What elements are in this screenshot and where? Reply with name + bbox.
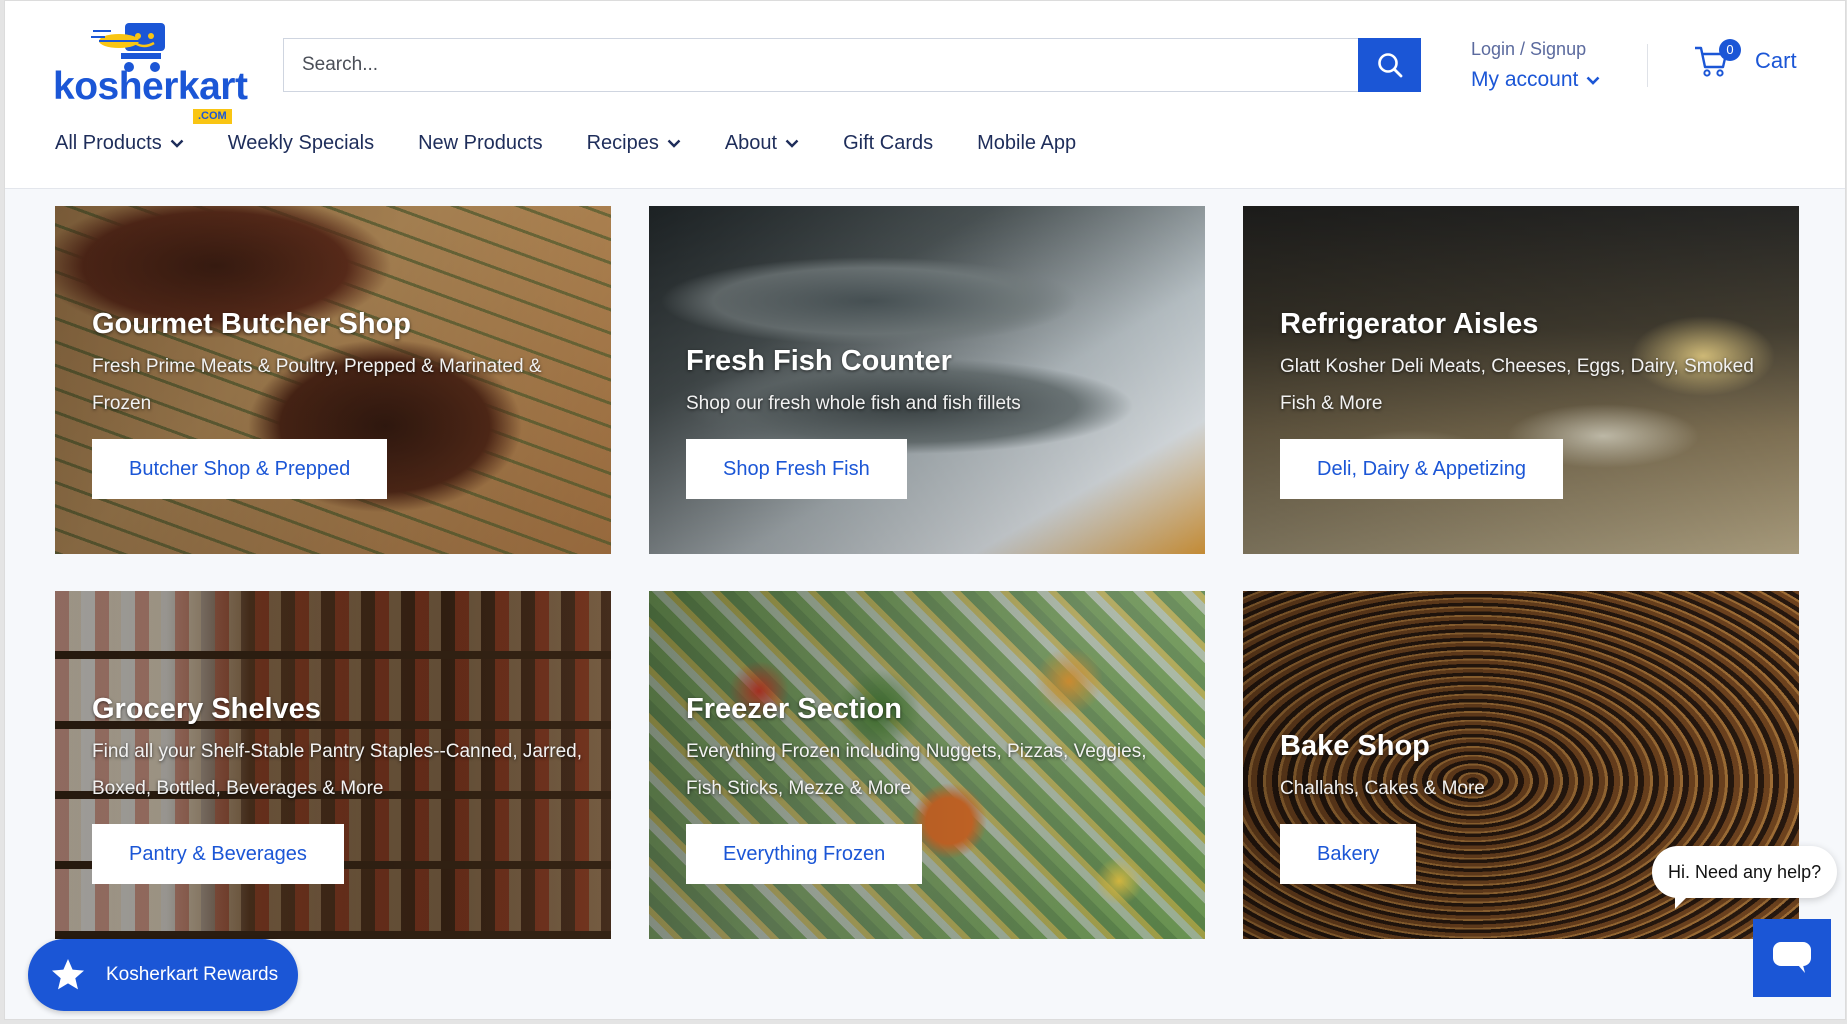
card-description: Find all your Shelf-Stable Pantry Staple… bbox=[92, 741, 583, 799]
nav-item-label: Gift Cards bbox=[843, 132, 934, 154]
chat-bubble-tail bbox=[1675, 895, 1689, 909]
cart-count-badge: 0 bbox=[1719, 39, 1741, 61]
card-title: Fresh Fish Counter bbox=[686, 345, 952, 377]
card-description: Fresh Prime Meats & Poultry, Prepped & M… bbox=[92, 356, 542, 414]
chevron-down-icon bbox=[170, 139, 184, 148]
category-card-freezer[interactable]: Freezer Section Everything Frozen includ… bbox=[649, 591, 1205, 939]
search-bar bbox=[283, 38, 1421, 92]
cart-link[interactable]: 0 Cart bbox=[1693, 39, 1797, 79]
my-account-dropdown[interactable]: My account bbox=[1471, 65, 1631, 95]
card-content: Fresh Fish Counter Shop our fresh whole … bbox=[686, 343, 1185, 499]
kosherkart-logo[interactable]: kosherkart .COM bbox=[53, 17, 248, 124]
pantry-beverages-button[interactable]: Pantry & Beverages bbox=[92, 824, 344, 884]
nav-recipes[interactable]: Recipes bbox=[587, 132, 681, 155]
category-card-refrigerator[interactable]: Refrigerator Aisles Glatt Kosher Deli Me… bbox=[1243, 206, 1799, 554]
card-description: Glatt Kosher Deli Meats, Cheeses, Eggs, … bbox=[1280, 356, 1754, 414]
butcher-shop-button[interactable]: Butcher Shop & Prepped bbox=[92, 439, 388, 499]
nav-weekly-specials[interactable]: Weekly Specials bbox=[228, 132, 374, 155]
nav-item-label: Recipes bbox=[586, 132, 659, 154]
logo-suffix: .COM bbox=[193, 109, 232, 124]
search-input[interactable] bbox=[284, 39, 1357, 91]
nav-mobile-app[interactable]: Mobile App bbox=[977, 132, 1076, 155]
nav-new-products[interactable]: New Products bbox=[418, 132, 543, 155]
card-content: Freezer Section Everything Frozen includ… bbox=[686, 691, 1185, 884]
star-icon bbox=[52, 959, 84, 990]
nav-all-products[interactable]: All Products bbox=[55, 132, 184, 155]
card-title: Gourmet Butcher Shop bbox=[92, 308, 412, 340]
rewards-label: Kosherkart Rewards bbox=[106, 964, 279, 985]
logo-wordmark: kosherkart bbox=[53, 65, 248, 108]
category-card-grocery[interactable]: Grocery Shelves Find all your Shelf-Stab… bbox=[55, 591, 611, 939]
site-header: kosherkart .COM Login / Signup My accoun… bbox=[5, 1, 1845, 189]
login-signup-link[interactable]: Login / Signup bbox=[1471, 37, 1631, 61]
header-divider bbox=[1647, 44, 1648, 87]
my-account-label: My account bbox=[1471, 68, 1579, 91]
everything-frozen-button[interactable]: Everything Frozen bbox=[686, 824, 923, 884]
category-card-fish[interactable]: Fresh Fish Counter Shop our fresh whole … bbox=[649, 206, 1205, 554]
nav-item-label: About bbox=[724, 132, 778, 154]
card-title: Bake Shop bbox=[1280, 730, 1430, 762]
search-icon bbox=[1377, 53, 1402, 78]
nav-item-label: All Products bbox=[55, 132, 162, 154]
card-title: Refrigerator Aisles bbox=[1280, 308, 1539, 340]
deli-dairy-button[interactable]: Deli, Dairy & Appetizing bbox=[1280, 439, 1563, 499]
cart-icon-wrap: 0 bbox=[1693, 39, 1741, 79]
card-content: Grocery Shelves Find all your Shelf-Stab… bbox=[92, 691, 591, 884]
search-button[interactable] bbox=[1358, 38, 1421, 92]
account-menu[interactable]: Login / Signup My account bbox=[1471, 37, 1631, 95]
main-nav: All Products Weekly Specials New Product… bbox=[55, 132, 1120, 155]
chevron-down-icon bbox=[667, 139, 681, 148]
nav-item-label: Mobile App bbox=[977, 132, 1077, 154]
nav-item-label: Weekly Specials bbox=[227, 132, 375, 154]
cart-label: Cart bbox=[1755, 48, 1797, 73]
page: kosherkart .COM Login / Signup My accoun… bbox=[4, 0, 1846, 1020]
bakery-button[interactable]: Bakery bbox=[1280, 824, 1417, 884]
card-description: Everything Frozen including Nuggets, Piz… bbox=[686, 741, 1147, 799]
card-content: Refrigerator Aisles Glatt Kosher Deli Me… bbox=[1280, 306, 1779, 499]
category-card-butcher[interactable]: Gourmet Butcher Shop Fresh Prime Meats &… bbox=[55, 206, 611, 554]
chevron-down-icon bbox=[1586, 76, 1600, 85]
card-description: Shop our fresh whole fish and fish fille… bbox=[686, 393, 1021, 414]
shop-fresh-fish-button[interactable]: Shop Fresh Fish bbox=[686, 439, 907, 499]
card-description: Challahs, Cakes & More bbox=[1280, 778, 1485, 799]
chevron-down-icon bbox=[785, 139, 799, 148]
chat-greeting-bubble[interactable]: Hi. Need any help? bbox=[1652, 846, 1838, 898]
card-title: Grocery Shelves bbox=[92, 693, 321, 725]
chat-bubble-icon bbox=[1773, 942, 1811, 973]
card-content: Gourmet Butcher Shop Fresh Prime Meats &… bbox=[92, 306, 591, 499]
card-title: Freezer Section bbox=[686, 693, 902, 725]
nav-about[interactable]: About bbox=[725, 132, 799, 155]
nav-gift-cards[interactable]: Gift Cards bbox=[843, 132, 933, 155]
rewards-launcher[interactable]: Kosherkart Rewards bbox=[28, 939, 298, 1011]
chat-launcher-button[interactable] bbox=[1753, 919, 1831, 997]
nav-item-label: New Products bbox=[418, 132, 543, 154]
